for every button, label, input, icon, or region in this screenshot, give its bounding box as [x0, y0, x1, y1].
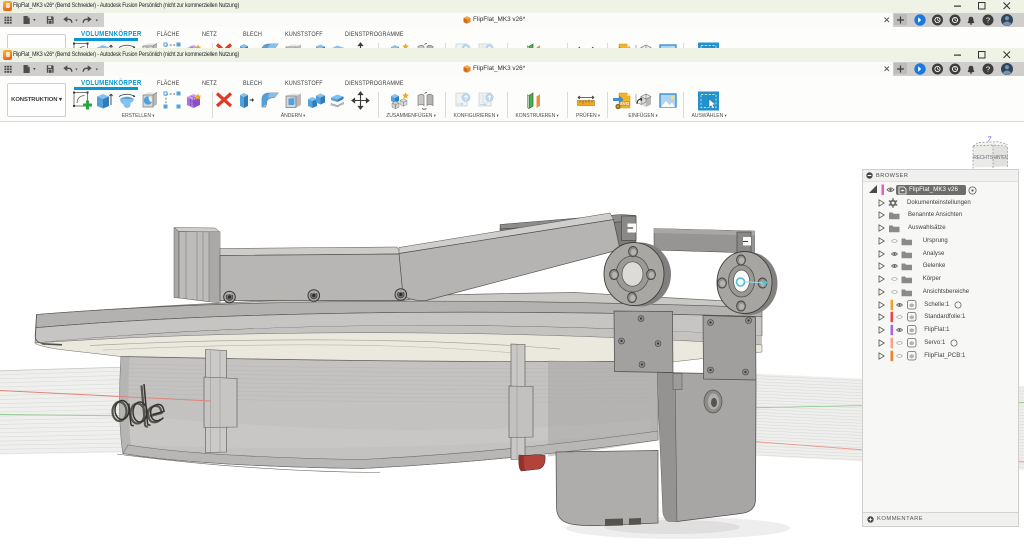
svg-text:HINTEN: HINTEN	[994, 155, 1008, 160]
svg-text:?: ?	[986, 64, 990, 73]
svg-text:SVG: SVG	[620, 101, 630, 106]
svg-text:RECHTS: RECHTS	[973, 155, 993, 161]
svg-text:?: ?	[986, 15, 990, 24]
